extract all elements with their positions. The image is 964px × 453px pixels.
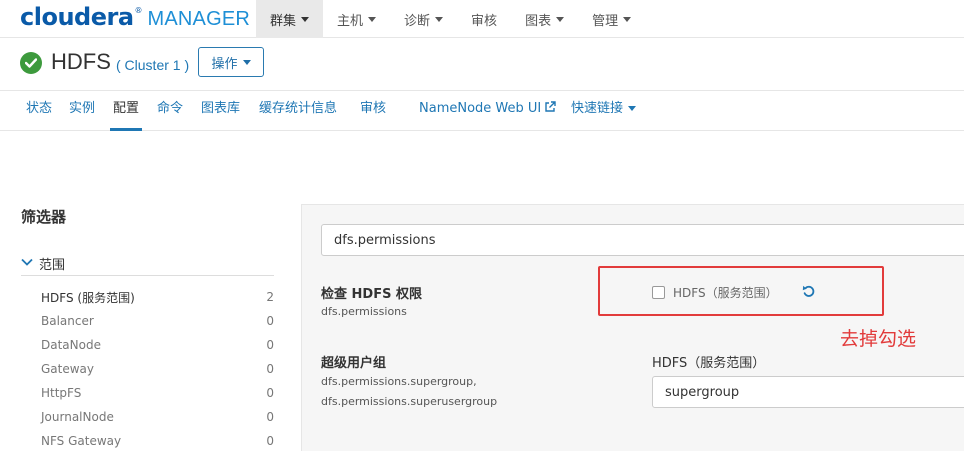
main-menu: 群集 主机 诊断 审核 图表 管理 <box>256 0 645 38</box>
tab-cache-statistics[interactable]: 缓存统计信息 <box>259 91 337 131</box>
caret-down-icon <box>435 16 444 22</box>
top-navbar: cloudera ® MANAGER 群集 主机 诊断 审核 图表 管理 <box>0 0 964 38</box>
caret-down-icon <box>242 59 251 65</box>
menu-clusters-label: 群集 <box>270 13 297 29</box>
service-tabs: 状态 实例 配置 命令 图表库 缓存统计信息 审核 NameNode Web U… <box>0 90 964 131</box>
menu-diagnostics[interactable]: 诊断 <box>390 0 457 38</box>
filter-item-datanode[interactable]: DataNode 0 <box>41 333 274 357</box>
filter-item-count: 2 <box>266 290 274 304</box>
scope-filter-header[interactable]: 范围 <box>21 251 274 276</box>
filter-item-label: DataNode <box>41 338 101 352</box>
property-label-check-permissions: 检查 HDFS 权限 <box>321 287 422 302</box>
filters-title: 筛选器 <box>21 208 67 226</box>
filter-item-count: 0 <box>266 338 274 352</box>
filter-item-gateway[interactable]: Gateway 0 <box>41 357 274 381</box>
actions-button-label: 操作 <box>211 56 238 72</box>
permissions-checkbox[interactable] <box>652 286 665 299</box>
namenode-web-ui-link[interactable]: NameNode Web UI <box>419 91 556 131</box>
caret-down-icon <box>556 16 565 22</box>
config-search-input[interactable] <box>321 224 964 256</box>
filter-item-label: HttpFS <box>41 386 82 400</box>
chevron-down-icon <box>21 258 35 269</box>
tab-configuration[interactable]: 配置 <box>110 91 143 131</box>
filter-item-count: 0 <box>266 386 274 400</box>
filter-item-balancer[interactable]: Balancer 0 <box>41 309 274 333</box>
tab-audits[interactable]: 审核 <box>360 91 386 131</box>
property-key-permissions: dfs.permissions <box>321 305 407 318</box>
menu-hosts[interactable]: 主机 <box>323 0 390 38</box>
supergroup-scope-label: HDFS（服务范围） <box>652 356 766 371</box>
filter-item-label: Balancer <box>41 314 94 328</box>
quick-links-label: 快速链接 <box>571 101 624 116</box>
filter-item-count: 0 <box>266 410 274 424</box>
caret-down-icon <box>368 16 377 22</box>
namenode-web-ui-label: NameNode Web UI <box>419 101 542 116</box>
filter-item-count: 0 <box>266 314 274 328</box>
filter-item-label: HDFS (服务范围) <box>41 290 135 305</box>
menu-charts[interactable]: 图表 <box>511 0 578 38</box>
permissions-checkbox-label: HDFS（服务范围） <box>673 286 778 300</box>
filter-item-nfs-gateway[interactable]: NFS Gateway 0 <box>41 429 274 453</box>
menu-diagnostics-label: 诊断 <box>404 13 431 29</box>
service-header: HDFS ( Cluster 1 ) 操作 <box>0 39 964 89</box>
filter-item-label: JournalNode <box>41 410 114 424</box>
filter-item-journalnode[interactable]: JournalNode 0 <box>41 405 274 429</box>
caret-down-icon <box>301 16 310 22</box>
caret-down-icon <box>623 16 632 22</box>
menu-administration[interactable]: 管理 <box>578 0 645 38</box>
service-title: HDFS <box>51 49 111 74</box>
property-key-supergroup: dfs.permissions.supergroup, <box>321 375 477 388</box>
filter-item-count: 0 <box>266 362 274 376</box>
annotation-uncheck-note: 去掉勾选 <box>840 328 917 350</box>
menu-clusters[interactable]: 群集 <box>256 0 324 38</box>
property-key-superusergroup: dfs.permissions.superusergroup <box>321 395 498 408</box>
supergroup-value-input[interactable] <box>652 376 964 408</box>
actions-button[interactable]: 操作 <box>198 47 264 77</box>
filter-item-httpfs[interactable]: HttpFS 0 <box>41 381 274 405</box>
menu-charts-label: 图表 <box>525 13 552 29</box>
tab-commands[interactable]: 命令 <box>157 91 183 131</box>
cluster-link[interactable]: ( Cluster 1 ) <box>116 57 189 73</box>
filter-item-label: NFS Gateway <box>41 434 122 448</box>
cloudera-manager-logo[interactable]: cloudera ® MANAGER <box>20 3 250 33</box>
filter-item-label: Gateway <box>41 362 95 376</box>
menu-audits-label: 审核 <box>471 13 498 29</box>
logo-registered-mark: ® <box>134 6 143 15</box>
logo-product-name: MANAGER <box>147 8 251 30</box>
tab-chart-library[interactable]: 图表库 <box>201 91 240 131</box>
menu-audits[interactable]: 审核 <box>457 0 511 38</box>
quick-links-dropdown[interactable]: 快速链接 <box>571 91 637 131</box>
property-label-supergroup: 超级用户组 <box>321 356 387 371</box>
logo-wordmark: cloudera <box>20 3 134 31</box>
health-good-check-icon <box>20 52 42 74</box>
menu-administration-label: 管理 <box>592 13 619 29</box>
caret-down-icon <box>628 106 637 111</box>
reset-default-icon[interactable] <box>802 284 816 298</box>
external-link-icon <box>545 101 556 112</box>
filter-item-hdfs-service-wide[interactable]: HDFS (服务范围) 2 <box>41 285 274 309</box>
filter-item-count: 0 <box>266 434 274 448</box>
tab-instances[interactable]: 实例 <box>69 91 95 131</box>
tab-status[interactable]: 状态 <box>26 91 52 131</box>
scope-filter-list: HDFS (服务范围) 2 Balancer 0 DataNode 0 Gateway… <box>41 285 274 453</box>
scope-filter-label: 范围 <box>39 257 66 273</box>
menu-hosts-label: 主机 <box>337 13 364 29</box>
